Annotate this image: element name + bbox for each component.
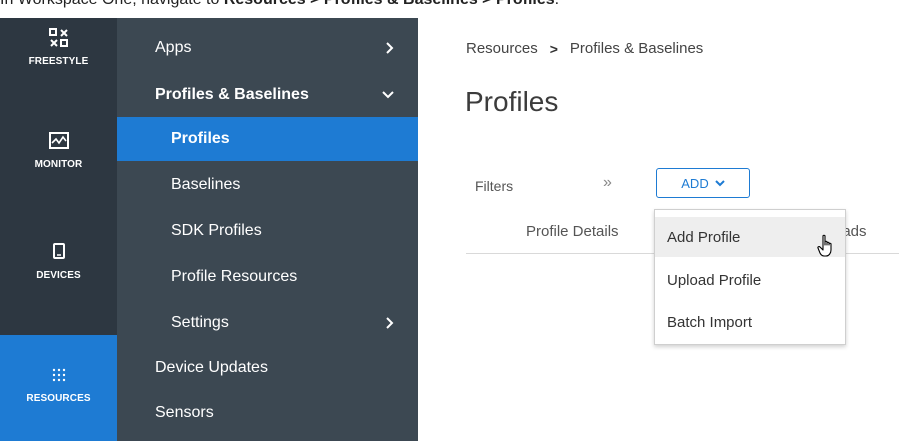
monitor-icon bbox=[48, 129, 70, 153]
menu-item-batch-import[interactable]: Batch Import bbox=[655, 302, 845, 342]
nav-item-apps[interactable]: Apps bbox=[117, 26, 418, 70]
workspace-one-console: FREESTYLE MONITOR DEVICES RESOURCES Apps… bbox=[0, 18, 899, 441]
resources-grid-icon bbox=[51, 363, 67, 387]
device-icon bbox=[52, 240, 66, 264]
add-button-label: ADD bbox=[681, 175, 709, 191]
rail-item-resources[interactable]: RESOURCES bbox=[0, 335, 117, 441]
nav-item-sensors[interactable]: Sensors bbox=[117, 391, 418, 435]
filters-label[interactable]: Filters bbox=[475, 178, 513, 194]
main-content: Resources > Profiles & Baselines Profile… bbox=[418, 18, 899, 441]
nav-item-profile-resources[interactable]: Profile Resources bbox=[117, 255, 418, 299]
column-header-profile-details[interactable]: Profile Details bbox=[526, 223, 619, 240]
nav-item-baselines[interactable]: Baselines bbox=[117, 163, 418, 207]
chevron-right-icon bbox=[386, 301, 394, 345]
rail-item-monitor[interactable]: MONITOR bbox=[0, 121, 117, 221]
menu-item-upload-profile[interactable]: Upload Profile bbox=[655, 260, 845, 300]
rail-label: MONITOR bbox=[34, 159, 83, 170]
nav-item-profiles-baselines[interactable]: Profiles & Baselines bbox=[117, 73, 418, 117]
menu-item-label: Add Profile bbox=[667, 228, 741, 246]
nav-item-profiles[interactable]: Profiles bbox=[117, 117, 418, 161]
chevron-down-icon bbox=[382, 73, 394, 117]
rail-item-freestyle[interactable]: FREESTYLE bbox=[0, 18, 117, 118]
nav-item-label: SDK Profiles bbox=[171, 222, 262, 239]
chevron-right-icon bbox=[386, 26, 394, 70]
secondary-nav: Apps Profiles & Baselines Profiles Basel… bbox=[117, 18, 418, 441]
nav-item-label: Device Updates bbox=[155, 359, 268, 376]
page-title: Profiles bbox=[465, 86, 559, 117]
breadcrumb-link-resources[interactable]: Resources bbox=[466, 40, 538, 57]
nav-item-label: Baselines bbox=[171, 176, 241, 193]
nav-item-device-updates[interactable]: Device Updates bbox=[117, 346, 418, 390]
menu-item-label: Batch Import bbox=[667, 313, 753, 331]
freestyle-icon bbox=[48, 26, 70, 50]
expand-filters-icon[interactable]: » bbox=[603, 174, 612, 192]
nav-item-sdk-profiles[interactable]: SDK Profiles bbox=[117, 209, 418, 253]
icon-rail: FREESTYLE MONITOR DEVICES RESOURCES bbox=[0, 18, 117, 441]
menu-item-label: Upload Profile bbox=[667, 271, 762, 289]
add-button[interactable]: ADD bbox=[656, 168, 750, 198]
breadcrumb-separator-icon: > bbox=[549, 40, 558, 57]
rail-item-devices[interactable]: DEVICES bbox=[0, 232, 117, 332]
rail-label: RESOURCES bbox=[26, 393, 91, 404]
nav-item-settings[interactable]: Settings bbox=[117, 301, 418, 345]
add-dropdown-menu: Add Profile Upload Profile Batch Import bbox=[654, 209, 846, 345]
breadcrumb-link-profiles-baselines[interactable]: Profiles & Baselines bbox=[570, 40, 703, 57]
nav-item-label: Profile Resources bbox=[171, 268, 298, 285]
breadcrumb: Resources > Profiles & Baselines bbox=[466, 40, 703, 57]
rail-label: DEVICES bbox=[36, 270, 81, 281]
nav-item-label: Apps bbox=[155, 39, 192, 56]
instruction-text: In Workspace One, navigate to Resources … bbox=[0, 0, 899, 9]
nav-item-label: Profiles & Baselines bbox=[155, 86, 309, 103]
nav-item-label: Settings bbox=[171, 314, 229, 331]
chevron-down-icon bbox=[715, 179, 725, 187]
nav-item-label: Sensors bbox=[155, 404, 214, 421]
hand-pointer-icon bbox=[817, 234, 837, 262]
rail-label: FREESTYLE bbox=[28, 56, 89, 67]
menu-item-add-profile[interactable]: Add Profile bbox=[655, 217, 845, 257]
nav-item-label: Profiles bbox=[171, 130, 230, 147]
